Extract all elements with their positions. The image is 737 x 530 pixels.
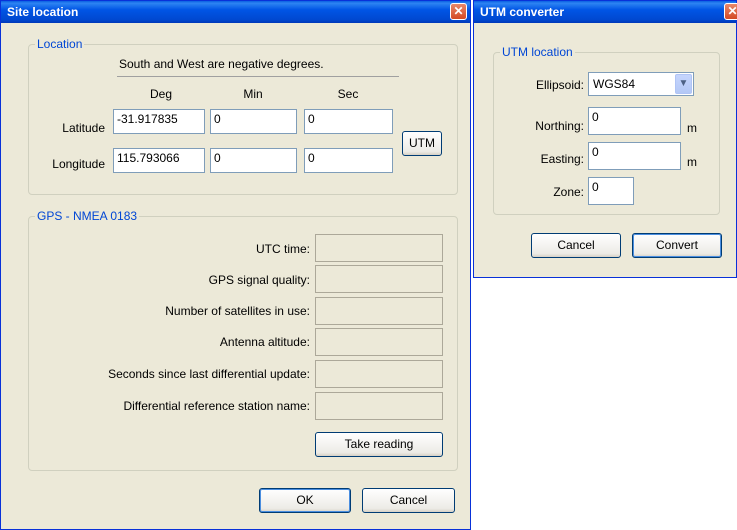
- latitude-label: Latitude: [62, 121, 105, 135]
- column-header-min: Min: [243, 87, 263, 101]
- antenna-altitude-field: [315, 328, 443, 356]
- utm-converter-titlebar[interactable]: UTM converter ✕: [474, 1, 737, 23]
- latitude-sec-field[interactable]: 0: [304, 109, 393, 134]
- zone-field[interactable]: 0: [588, 177, 634, 205]
- ellipsoid-value: WGS84: [593, 77, 636, 91]
- site-location-title: Site location: [7, 5, 79, 19]
- ok-button[interactable]: OK: [259, 488, 351, 513]
- column-header-sec: Sec: [337, 87, 359, 101]
- gps-field-label: Differential reference station name:: [123, 399, 310, 413]
- gps-signal-quality-field: [315, 265, 443, 293]
- ellipsoid-label: Ellipsoid:: [535, 78, 584, 92]
- northing-label: Northing:: [535, 119, 584, 133]
- close-icon[interactable]: ✕: [724, 3, 737, 20]
- gps-legend: GPS - NMEA 0183: [37, 209, 138, 223]
- latitude-deg-field[interactable]: -31.917835: [113, 109, 205, 134]
- gps-field-label: Number of satellites in use:: [165, 304, 310, 318]
- longitude-deg-field[interactable]: 115.793066: [113, 148, 205, 173]
- gps-field-label: GPS signal quality:: [208, 273, 310, 287]
- ellipsoid-select[interactable]: WGS84 ▼: [588, 72, 694, 96]
- easting-field[interactable]: 0: [588, 142, 681, 170]
- utm-button[interactable]: UTM: [402, 131, 442, 156]
- site-location-titlebar[interactable]: Site location ✕: [1, 1, 470, 23]
- gps-field-label: UTC time:: [256, 242, 310, 256]
- longitude-sec-field[interactable]: 0: [304, 148, 393, 173]
- reference-station-field: [315, 392, 443, 420]
- location-divider: [117, 76, 399, 77]
- chevron-down-icon[interactable]: ▼: [675, 74, 692, 94]
- utm-location-legend: UTM location: [502, 45, 573, 59]
- easting-unit: m: [687, 155, 697, 169]
- location-hint: South and West are negative degrees.: [119, 57, 324, 71]
- column-header-deg: Deg: [149, 87, 172, 101]
- convert-button[interactable]: Convert: [632, 233, 722, 258]
- longitude-label: Longitude: [52, 157, 105, 171]
- northing-field[interactable]: 0: [588, 107, 681, 135]
- satellites-in-use-field: [315, 297, 443, 325]
- gps-field-label: Seconds since last differential update:: [108, 367, 310, 381]
- location-legend: Location: [37, 37, 83, 51]
- cancel-button[interactable]: Cancel: [362, 488, 455, 513]
- northing-unit: m: [687, 121, 697, 135]
- differential-update-field: [315, 360, 443, 388]
- utm-cancel-button[interactable]: Cancel: [531, 233, 621, 258]
- longitude-min-field[interactable]: 0: [210, 148, 297, 173]
- latitude-min-field[interactable]: 0: [210, 109, 297, 134]
- site-location-window: Site location ✕ Location South and West …: [0, 0, 471, 530]
- utc-time-field: [315, 234, 443, 262]
- gps-field-label: Antenna altitude:: [219, 335, 310, 349]
- easting-label: Easting:: [540, 152, 584, 166]
- utm-converter-title: UTM converter: [480, 5, 565, 19]
- utm-converter-window: UTM converter ✕ UTM location Ellipsoid: …: [473, 0, 737, 278]
- take-reading-button[interactable]: Take reading: [315, 432, 443, 457]
- close-icon[interactable]: ✕: [450, 3, 467, 20]
- zone-label: Zone:: [553, 185, 584, 199]
